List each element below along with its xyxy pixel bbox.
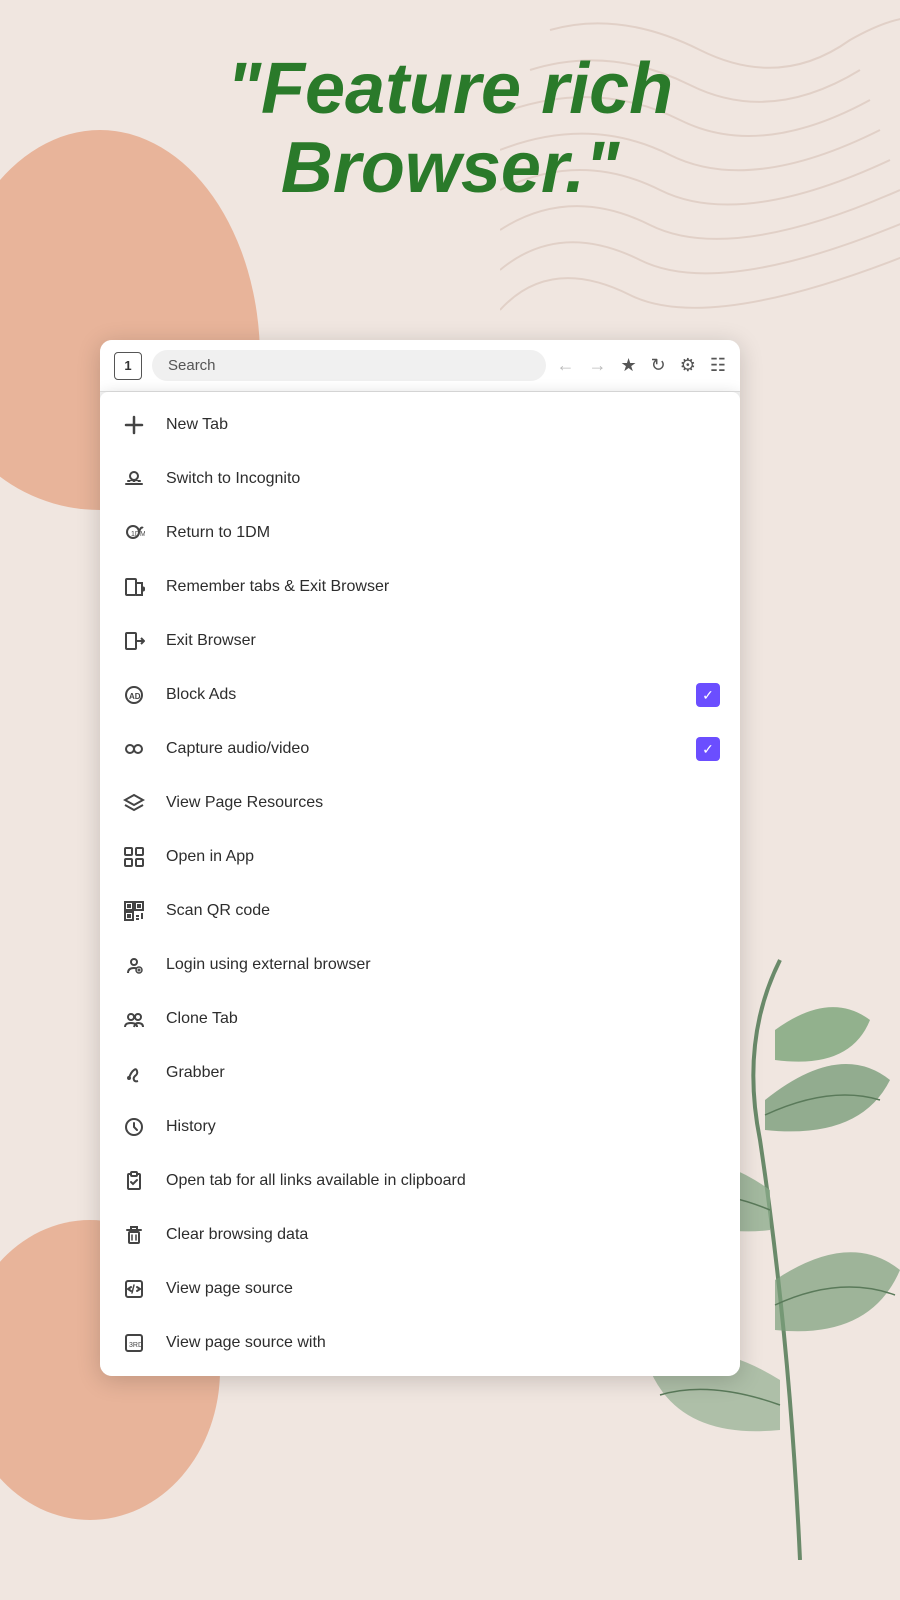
menu-item-return-1dm[interactable]: 1DM Return to 1DM [100, 506, 740, 560]
login-external-label: Login using external browser [166, 956, 720, 974]
refresh-icon[interactable]: ↻ [651, 355, 666, 376]
menu-item-block-ads[interactable]: AD Block Ads ✓ [100, 668, 740, 722]
bookmark-icon[interactable]: ★ [620, 355, 636, 376]
view-source-label: View page source [166, 1280, 720, 1298]
svg-text:AD: AD [129, 692, 141, 701]
forward-icon[interactable]: → [588, 355, 606, 376]
settings-icon[interactable]: ⚙ [680, 355, 696, 376]
menu-item-view-page-resources[interactable]: View Page Resources [100, 776, 740, 830]
scan-qr-icon [120, 897, 148, 925]
search-bar[interactable]: Search [152, 350, 546, 381]
grabber-icon [120, 1059, 148, 1087]
menu-item-scan-qr[interactable]: Scan QR code [100, 884, 740, 938]
menu-item-clone-tab[interactable]: Clone Tab [100, 992, 740, 1046]
menu-item-switch-incognito[interactable]: Switch to Incognito [100, 452, 740, 506]
clear-data-icon [120, 1221, 148, 1249]
scan-qr-label: Scan QR code [166, 902, 720, 920]
remember-tabs-exit-icon [120, 573, 148, 601]
svg-text:1DM: 1DM [131, 531, 145, 538]
open-clipboard-icon [120, 1167, 148, 1195]
return-1dm-icon: 1DM [120, 519, 148, 547]
menu-item-remember-tabs-exit[interactable]: Remember tabs & Exit Browser [100, 560, 740, 614]
back-icon[interactable]: ← [556, 355, 574, 376]
view-page-resources-icon [120, 789, 148, 817]
browser-address-bar: 1 Search ← → ★ ↻ ⚙ ☷ [100, 340, 740, 392]
switch-incognito-label: Switch to Incognito [166, 470, 720, 488]
return-1dm-label: Return to 1DM [166, 524, 720, 542]
menu-item-login-external[interactable]: Login using external browser [100, 938, 740, 992]
block-ads-checkbox[interactable]: ✓ [696, 683, 720, 707]
grabber-label: Grabber [166, 1064, 720, 1082]
menu-item-open-in-app[interactable]: Open in App [100, 830, 740, 884]
menu-icon[interactable]: ☷ [710, 355, 726, 376]
open-clipboard-label: Open tab for all links available in clip… [166, 1172, 720, 1190]
remember-tabs-exit-label: Remember tabs & Exit Browser [166, 578, 720, 596]
capture-av-checkbox[interactable]: ✓ [696, 737, 720, 761]
open-in-app-label: Open in App [166, 848, 720, 866]
menu-item-new-tab[interactable]: New Tab [100, 398, 740, 452]
tab-count-badge: 1 [114, 352, 142, 380]
block-ads-icon: AD [120, 681, 148, 709]
capture-av-label: Capture audio/video [166, 740, 678, 758]
menu-item-view-source-with[interactable]: 3RD View page source with [100, 1316, 740, 1370]
menu-item-capture-av[interactable]: Capture audio/video ✓ [100, 722, 740, 776]
menu-item-exit-browser[interactable]: Exit Browser [100, 614, 740, 668]
view-page-resources-label: View Page Resources [166, 794, 720, 812]
view-source-with-icon: 3RD [120, 1329, 148, 1357]
svg-text:3RD: 3RD [129, 1342, 143, 1349]
nav-icons: ← → ★ ↻ ⚙ ☷ [556, 355, 726, 376]
browser-mockup: 1 Search ← → ★ ↻ ⚙ ☷ New Tab Switch to In… [100, 340, 740, 1376]
menu-item-grabber[interactable]: Grabber [100, 1046, 740, 1100]
clone-tab-label: Clone Tab [166, 1010, 720, 1028]
menu-item-open-clipboard[interactable]: Open tab for all links available in clip… [100, 1154, 740, 1208]
header-section: "Feature rich Browser." [0, 50, 900, 208]
clone-tab-icon [120, 1005, 148, 1033]
new-tab-label: New Tab [166, 416, 720, 434]
dropdown-menu: New Tab Switch to Incognito 1DM Return to 1… [100, 392, 740, 1376]
menu-item-view-source[interactable]: View page source [100, 1262, 740, 1316]
open-in-app-icon [120, 843, 148, 871]
history-label: History [166, 1118, 720, 1136]
block-ads-label: Block Ads [166, 686, 678, 704]
exit-browser-label: Exit Browser [166, 632, 720, 650]
login-external-icon [120, 951, 148, 979]
exit-browser-icon [120, 627, 148, 655]
view-source-with-label: View page source with [166, 1334, 720, 1352]
capture-av-icon [120, 735, 148, 763]
history-icon [120, 1113, 148, 1141]
header-title: "Feature rich Browser." [0, 50, 900, 208]
clear-data-label: Clear browsing data [166, 1226, 720, 1244]
menu-item-clear-data[interactable]: Clear browsing data [100, 1208, 740, 1262]
switch-incognito-icon [120, 465, 148, 493]
menu-item-history[interactable]: History [100, 1100, 740, 1154]
new-tab-icon [120, 411, 148, 439]
view-source-icon [120, 1275, 148, 1303]
